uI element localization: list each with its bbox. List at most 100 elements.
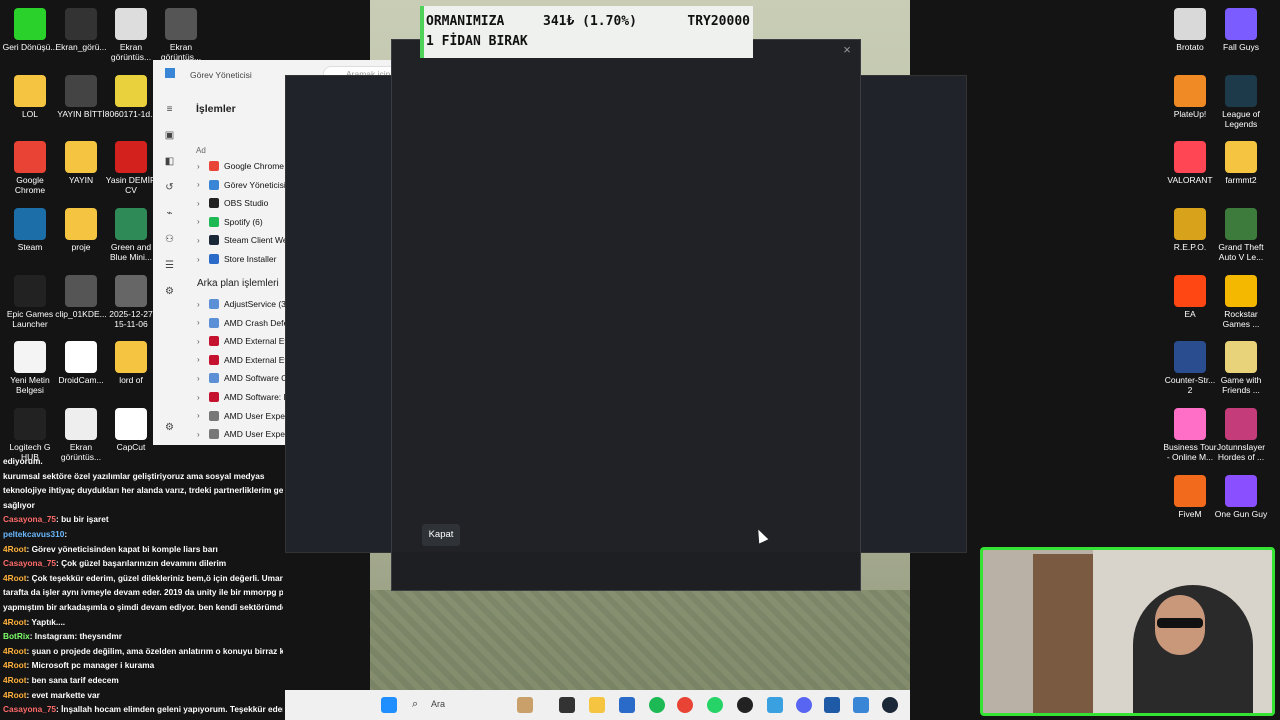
desktop-icon[interactable]: EA: [1162, 275, 1218, 319]
chevron-right-icon[interactable]: ›: [197, 430, 209, 439]
startup-icon[interactable]: ⌁: [164, 208, 175, 219]
processes-icon[interactable]: ▣: [164, 130, 175, 141]
hamburger-icon[interactable]: ≡: [164, 104, 175, 115]
performance-icon[interactable]: ◧: [164, 156, 175, 167]
chat-username[interactable]: 4Root: [3, 675, 27, 685]
chevron-right-icon[interactable]: ›: [197, 162, 209, 171]
desktop-icon[interactable]: farmmt2: [1213, 141, 1269, 185]
desktop-icon[interactable]: Ekran_görü...: [53, 8, 109, 52]
obs-icon[interactable]: [737, 697, 753, 713]
desktop-icon[interactable]: Ekran görüntüs...: [103, 8, 159, 62]
close-icon[interactable]: ×: [840, 43, 854, 57]
desktop-icon[interactable]: FiveM: [1162, 475, 1218, 519]
chat-username[interactable]: Casayona_75: [3, 558, 56, 568]
widget-icon[interactable]: [517, 697, 533, 713]
process-row[interactable]: › Google Chrome (: [197, 158, 289, 174]
desktop-icon[interactable]: Business Tour - Online M...: [1162, 408, 1218, 462]
task-manager-taskbar-icon[interactable]: [853, 697, 869, 713]
taskbar-search[interactable]: ⌕ Ara: [407, 697, 507, 713]
chevron-right-icon[interactable]: ›: [197, 300, 209, 309]
chevron-right-icon[interactable]: ›: [197, 236, 209, 245]
process-row[interactable]: › AMD External Eve: [197, 352, 293, 368]
desktop-icon[interactable]: Green and Blue Mini...: [103, 208, 159, 262]
details-icon[interactable]: ☰: [164, 260, 175, 271]
chevron-right-icon[interactable]: ›: [197, 393, 209, 402]
chat-username[interactable]: peltekcavus310: [3, 529, 64, 539]
process-row[interactable]: › OBS Studio: [197, 195, 268, 211]
process-row[interactable]: › AMD User Experi: [197, 426, 290, 442]
desktop-icon[interactable]: Fall Guys: [1213, 8, 1269, 52]
history-icon[interactable]: ↺: [164, 182, 175, 193]
desktop-icon[interactable]: CapCut: [103, 408, 159, 452]
desktop-icon[interactable]: Rockstar Games ...: [1213, 275, 1269, 329]
chevron-right-icon[interactable]: ›: [197, 337, 209, 346]
desktop-icon[interactable]: lord of: [103, 341, 159, 385]
chevron-right-icon[interactable]: ›: [197, 355, 209, 364]
process-row[interactable]: › AMD External Eve: [197, 333, 293, 349]
chat-username[interactable]: 4Root: [3, 544, 27, 554]
chrome-icon[interactable]: [677, 697, 693, 713]
settings-icon[interactable]: ⚙: [164, 422, 175, 433]
desktop-icon[interactable]: proje: [53, 208, 109, 252]
chat-username[interactable]: 4Root: [3, 660, 27, 670]
desktop-icon[interactable]: Game with Friends ...: [1213, 341, 1269, 395]
desktop-icon[interactable]: Google Chrome: [2, 141, 58, 195]
store-icon[interactable]: [619, 697, 635, 713]
chat-username[interactable]: Casayona_75: [3, 514, 56, 524]
settings-gear-icon[interactable]: [767, 697, 783, 713]
chat-username[interactable]: 4Root: [3, 617, 27, 627]
chat-username[interactable]: Casayona_75: [3, 704, 56, 714]
chat-username[interactable]: 4Root: [3, 690, 27, 700]
desktop-icon[interactable]: Counter-Str... 2: [1162, 341, 1218, 395]
services-icon[interactable]: ⚙: [164, 286, 175, 297]
desktop-icon[interactable]: One Gun Guy: [1213, 475, 1269, 519]
desktop-icon[interactable]: YAYIN BİTTİ: [53, 75, 109, 119]
process-row[interactable]: › Spotify (6): [197, 214, 263, 230]
users-icon[interactable]: ⚇: [164, 234, 175, 245]
process-row[interactable]: › AdjustService (32: [197, 296, 291, 312]
discord-icon[interactable]: [796, 697, 812, 713]
chevron-right-icon[interactable]: ›: [197, 411, 209, 420]
desktop-icon[interactable]: R.E.P.O.: [1162, 208, 1218, 252]
column-name[interactable]: Ad: [196, 146, 206, 155]
desktop-icon[interactable]: Epic Games Launcher: [2, 275, 58, 329]
chevron-right-icon[interactable]: ›: [197, 255, 209, 264]
task-view-icon[interactable]: [559, 697, 575, 713]
desktop-icon[interactable]: 2025-12-27 15-11-06: [103, 275, 159, 329]
spotify-icon[interactable]: [649, 697, 665, 713]
desktop-icon[interactable]: VALORANT: [1162, 141, 1218, 185]
desktop-icon[interactable]: PlateUp!: [1162, 75, 1218, 119]
desktop-icon[interactable]: LOL: [2, 75, 58, 119]
desktop-icon[interactable]: League of Legends: [1213, 75, 1269, 129]
desktop-icon[interactable]: Yeni Metin Belgesi: [2, 341, 58, 395]
process-row[interactable]: › Steam Client Wel: [197, 232, 290, 248]
desktop-icon[interactable]: Jotunnslayer Hordes of ...: [1213, 408, 1269, 462]
process-row[interactable]: › AMD Crash Defe: [197, 315, 288, 331]
process-row[interactable]: › Store Installer: [197, 251, 276, 267]
chevron-right-icon[interactable]: ›: [197, 199, 209, 208]
process-row[interactable]: › AMD User Experi: [197, 408, 290, 424]
file-explorer-icon[interactable]: [589, 697, 605, 713]
chat-username[interactable]: 4Root: [3, 646, 27, 656]
chevron-right-icon[interactable]: ›: [197, 318, 209, 327]
process-row[interactable]: › Görev Yöneticisi: [197, 177, 286, 193]
desktop-icon[interactable]: clip_01KDE...: [53, 275, 109, 319]
kapat-button[interactable]: Kapat: [422, 524, 460, 546]
process-row[interactable]: › AMD Software Co: [197, 370, 292, 386]
download-icon[interactable]: [824, 697, 840, 713]
desktop-icon[interactable]: 8060171-1d...: [103, 75, 159, 119]
desktop-icon[interactable]: DroidCam...: [53, 341, 109, 385]
chevron-right-icon[interactable]: ›: [197, 374, 209, 383]
windows-start-icon[interactable]: [381, 697, 397, 713]
process-row[interactable]: › AMD Software: H: [197, 389, 290, 405]
desktop-icon[interactable]: Steam: [2, 208, 58, 252]
chevron-right-icon[interactable]: ›: [197, 217, 209, 226]
desktop-icon[interactable]: Ekran görüntüs...: [153, 8, 209, 62]
desktop-icon[interactable]: YAYIN: [53, 141, 109, 185]
desktop-icon[interactable]: Yasin DEMİR CV: [103, 141, 159, 195]
chevron-right-icon[interactable]: ›: [197, 180, 209, 189]
steam-taskbar-icon[interactable]: [882, 697, 898, 713]
chat-username[interactable]: BotRix: [3, 631, 30, 641]
desktop-icon[interactable]: Brotato: [1162, 8, 1218, 52]
desktop-icon[interactable]: Grand Theft Auto V Le...: [1213, 208, 1269, 262]
